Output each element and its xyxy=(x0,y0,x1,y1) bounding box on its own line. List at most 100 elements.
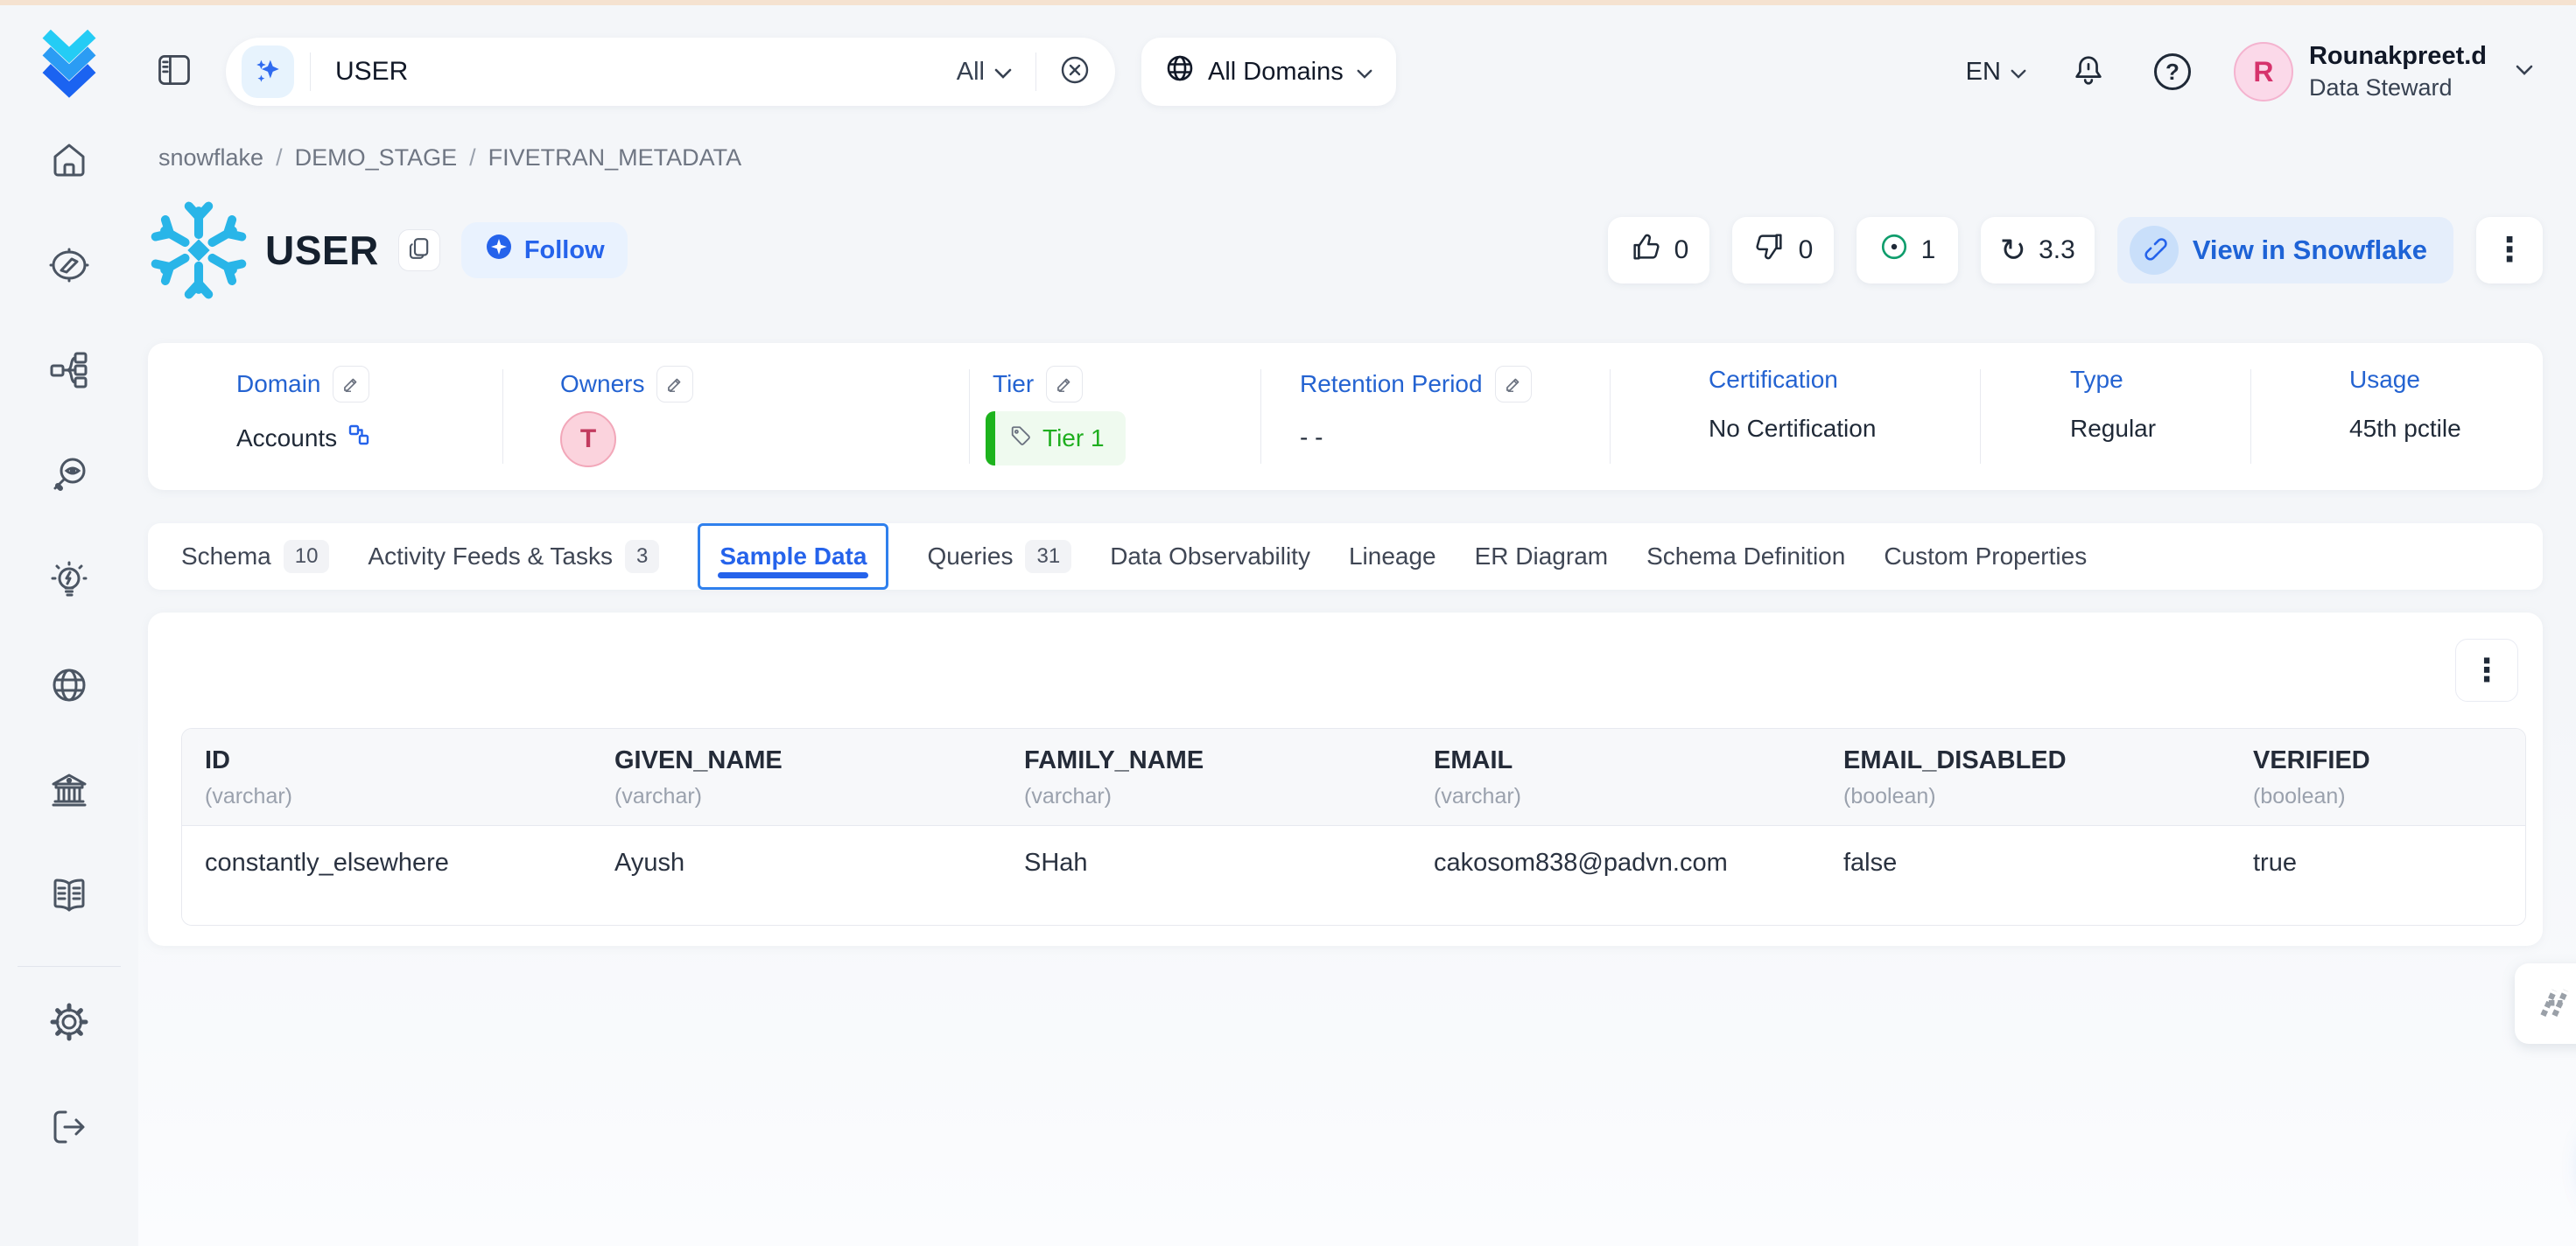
dislike-button[interactable]: 0 xyxy=(1732,217,1834,284)
edit-domain-button[interactable] xyxy=(333,366,369,402)
score-button[interactable]: ↻ 3.3 xyxy=(1981,217,2095,284)
tab-schema-definition[interactable]: Schema Definition xyxy=(1646,523,1845,590)
tab-schema-badge: 10 xyxy=(284,540,330,573)
field-type-value: Regular xyxy=(2070,415,2156,443)
asset-header: USER Follow 0 xyxy=(148,189,2543,312)
field-usage-label: Usage xyxy=(2349,366,2420,394)
view-in-snowflake-label: View in Snowflake xyxy=(2193,234,2427,266)
tag-icon xyxy=(1009,424,1032,453)
sidebar-item-workflows[interactable] xyxy=(47,350,91,394)
sidebar-item-insights[interactable] xyxy=(47,560,91,604)
tier-badge-label: Tier 1 xyxy=(1042,424,1105,452)
chevron-down-icon xyxy=(2010,58,2027,87)
metadata-divider xyxy=(1260,369,1261,464)
tier-badge[interactable]: Tier 1 xyxy=(986,411,1126,466)
edit-owners-button[interactable] xyxy=(656,366,693,402)
breadcrumb-item-connection[interactable]: snowflake xyxy=(158,144,263,172)
breadcrumb-item-schema[interactable]: FIVETRAN_METADATA xyxy=(488,144,742,172)
pencil-icon xyxy=(1504,374,1523,394)
ai-search-chip[interactable] xyxy=(242,46,294,98)
circle-x-icon xyxy=(1059,54,1091,90)
language-label: EN xyxy=(1966,58,2001,87)
glossary-icon xyxy=(48,874,90,920)
follow-button[interactable]: Follow xyxy=(461,222,628,278)
like-button[interactable]: 0 xyxy=(1608,217,1709,284)
field-certification: Certification No Certification xyxy=(1709,366,1876,443)
help-button[interactable]: ? xyxy=(2150,49,2195,94)
column-header-family-name[interactable]: FAMILY_NAME (varchar) xyxy=(1001,729,1411,825)
asset-more-actions-button[interactable]: ⋮ xyxy=(2476,217,2543,284)
sidebar-item-explore[interactable] xyxy=(47,245,91,289)
language-selector[interactable]: EN xyxy=(1966,58,2027,87)
sidebar-item-logout[interactable] xyxy=(47,1107,91,1151)
sidebar-item-governance[interactable] xyxy=(47,770,91,814)
relations-icon xyxy=(347,424,370,452)
workflow-icon xyxy=(48,349,90,396)
field-usage: Usage 45th pctile xyxy=(2349,366,2461,443)
tab-activity-feeds[interactable]: Activity Feeds & Tasks 3 xyxy=(368,523,659,590)
cell-verified: true xyxy=(2230,826,2525,925)
search-divider-2 xyxy=(1035,52,1036,91)
column-header-id[interactable]: ID (varchar) xyxy=(182,729,592,825)
sidebar-toggle-button[interactable] xyxy=(154,52,194,92)
field-tier: Tier Tier 1 xyxy=(986,366,1126,466)
column-header-email[interactable]: EMAIL (varchar) xyxy=(1411,729,1821,825)
search-clear-button[interactable] xyxy=(1059,54,1091,90)
sample-data-panel: ⋮ ID (varchar) GIVEN_NAME (varchar) xyxy=(148,612,2543,946)
tab-schema[interactable]: Schema 10 xyxy=(181,523,329,590)
sidebar-nav xyxy=(47,140,91,919)
edit-retention-button[interactable] xyxy=(1495,366,1532,402)
edit-tier-button[interactable] xyxy=(1046,366,1083,402)
main-area: All All Domains EN xyxy=(138,5,2576,1246)
metadata-divider xyxy=(2250,369,2251,464)
global-search[interactable]: All xyxy=(226,38,1115,106)
sample-data-more-button[interactable]: ⋮ xyxy=(2455,639,2518,702)
column-header-verified[interactable]: VERIFIED (boolean) xyxy=(2230,729,2525,825)
sample-data-table: ID (varchar) GIVEN_NAME (varchar) FAMILY… xyxy=(181,728,2526,926)
notifications-button[interactable] xyxy=(2066,49,2111,94)
table-row: constantly_elsewhere Ayush SHah cakosom8… xyxy=(182,826,2525,925)
field-retention: Retention Period - - xyxy=(1300,366,1532,452)
search-input[interactable] xyxy=(311,57,957,87)
thumbs-down-icon xyxy=(1753,230,1786,270)
atlan-logo[interactable] xyxy=(28,19,110,102)
field-domain-value[interactable]: Accounts xyxy=(236,424,337,452)
follow-star-icon xyxy=(484,232,514,269)
tier-badge-bar xyxy=(986,411,995,466)
sparkles-icon xyxy=(253,55,283,89)
pencil-icon xyxy=(665,374,684,394)
floating-widget[interactable] xyxy=(2515,963,2576,1044)
user-menu[interactable]: R Rounakpreet.d Data Steward xyxy=(2234,42,2534,102)
tab-custom-properties[interactable]: Custom Properties xyxy=(1884,523,2087,590)
tab-queries[interactable]: Queries 31 xyxy=(927,523,1071,590)
sidebar-footer xyxy=(47,1002,91,1151)
column-header-email-disabled[interactable]: EMAIL_DISABLED (boolean) xyxy=(1821,729,2230,825)
tab-data-observability[interactable]: Data Observability xyxy=(1110,523,1310,590)
breadcrumb-item-database[interactable]: DEMO_STAGE xyxy=(295,144,458,172)
field-domain: Domain Accounts xyxy=(236,366,370,452)
tab-lineage[interactable]: Lineage xyxy=(1349,523,1436,590)
topbar: All All Domains EN xyxy=(138,5,2576,138)
sidebar-item-glossary[interactable] xyxy=(47,875,91,919)
cell-email-disabled: false xyxy=(1821,826,2230,925)
owner-avatar[interactable]: T xyxy=(560,411,616,467)
search-scope-dropdown[interactable]: All xyxy=(957,58,1013,87)
tab-er-diagram[interactable]: ER Diagram xyxy=(1475,523,1608,590)
governance-icon xyxy=(48,769,90,816)
partial-widget-logo-icon xyxy=(2534,979,2576,1029)
tab-queries-badge: 31 xyxy=(1025,540,1071,573)
sidebar-item-web[interactable] xyxy=(47,665,91,709)
view-in-snowflake-button[interactable]: View in Snowflake xyxy=(2117,217,2453,284)
sidebar-item-home[interactable] xyxy=(47,140,91,184)
all-domains-label: All Domains xyxy=(1208,58,1344,87)
status-button[interactable]: 1 xyxy=(1857,217,1958,284)
page: All All Domains EN xyxy=(0,0,2576,1246)
column-header-given-name[interactable]: GIVEN_NAME (varchar) xyxy=(592,729,1001,825)
follow-label: Follow xyxy=(524,236,605,265)
tab-sample-data[interactable]: Sample Data xyxy=(698,523,888,590)
copy-name-button[interactable] xyxy=(398,229,440,271)
field-tier-label: Tier xyxy=(993,370,1034,398)
all-domains-filter[interactable]: All Domains xyxy=(1141,38,1396,106)
sidebar-item-settings[interactable] xyxy=(47,1002,91,1046)
sidebar-item-discovery[interactable] xyxy=(47,455,91,499)
